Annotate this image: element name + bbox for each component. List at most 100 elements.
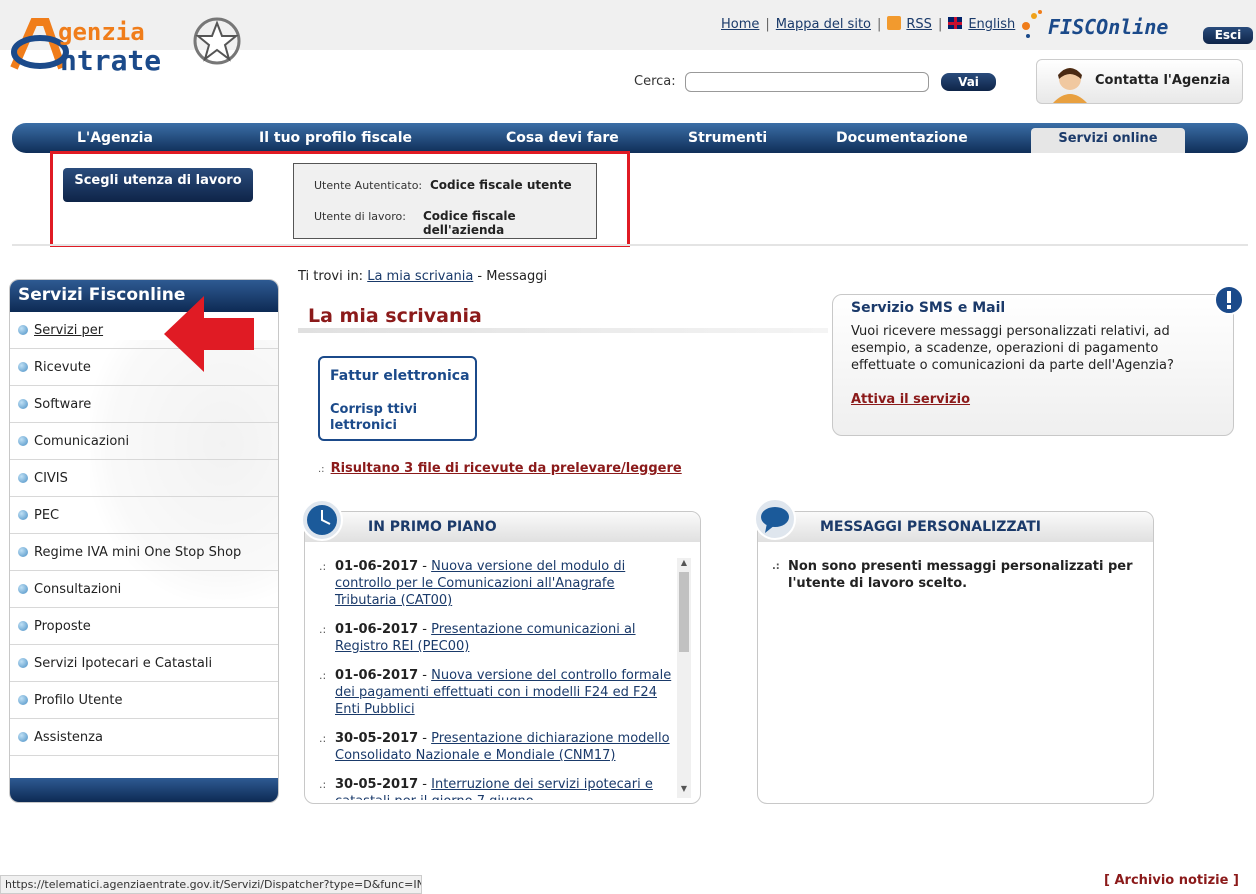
list-item: 30-05-2017 - Presentazione dichiarazione… (305, 730, 677, 764)
emblem-icon (192, 14, 242, 70)
work-user-label: Utente di lavoro: (314, 210, 406, 223)
sidebar-item-label: PEC (34, 508, 60, 523)
clock-icon (300, 498, 344, 542)
sidebar-item-label: Profilo Utente (34, 693, 123, 708)
receipts-link-text: Risultano 3 file di ricevute da prelevar… (330, 461, 682, 476)
news-date: 30-05-2017 (335, 777, 419, 792)
news-box-title: IN PRIMO PIANO (368, 519, 497, 535)
sidebar-item-label: Servizi Ipotecari e Catastali (34, 656, 213, 671)
rss-link[interactable]: RSS (906, 17, 932, 32)
sidebar-item-proposte[interactable]: Proposte (10, 608, 278, 645)
breadcrumb-link[interactable]: La mia scrivania (367, 269, 473, 284)
sidebar-item-label: Assistenza (34, 730, 103, 745)
news-box: IN PRIMO PIANO 01-06-2017 - Nuova versio… (304, 511, 701, 804)
contact-agency-button[interactable]: Contatta l'Agenzia (1036, 59, 1243, 104)
messages-text: .: Non sono presenti messaggi personalizz… (772, 558, 1142, 592)
uk-flag-icon[interactable] (948, 17, 963, 29)
fisconline-dots-icon (1020, 8, 1044, 38)
fattura-logo-text: Fattur elettronica (330, 368, 470, 384)
sidebar-item-software[interactable]: Software (10, 386, 278, 423)
support-agent-icon (1045, 63, 1095, 103)
sidebar-item-label: Comunicazioni (34, 434, 130, 449)
logo-line2: ntrate (60, 44, 162, 77)
sidebar-item-label: Ricevute (34, 360, 91, 375)
home-link[interactable]: Home (721, 17, 759, 32)
messages-box: MESSAGGI PERSONALIZZATI .: Non sono prese… (757, 511, 1154, 804)
choose-work-user-button[interactable]: Scegli utenza di lavoro (63, 168, 253, 202)
rss-icon[interactable] (887, 16, 902, 30)
separator: | (937, 17, 943, 32)
sidebar-item-comunicazioni[interactable]: Comunicazioni (10, 423, 278, 460)
bullet-icon: .: (772, 561, 780, 572)
red-arrow-icon (164, 296, 254, 372)
sidebar-item-ipotecari-catastali[interactable]: Servizi Ipotecari e Catastali (10, 645, 278, 682)
news-date: 30-05-2017 (335, 731, 419, 746)
news-list: 01-06-2017 - Nuova versione del modulo d… (305, 558, 677, 800)
speech-bubble-icon (753, 497, 797, 541)
breadcrumb-current: Messaggi (486, 269, 548, 284)
scroll-up-arrow[interactable]: ▲ (677, 558, 691, 572)
sidebar-item-label: Proposte (34, 619, 91, 634)
messages-box-header: MESSAGGI PERSONALIZZATI (758, 512, 1153, 542)
breadcrumb: Ti trovi in: La mia scrivania - Messaggi (298, 269, 547, 284)
bullet-icon: .: (318, 464, 325, 475)
nav-strumenti[interactable]: Strumenti (688, 130, 767, 146)
breadcrumb-prefix: Ti trovi in: (298, 269, 364, 284)
fattura-corrispettivi-logo[interactable]: Fattur elettronica Corrisp ttivi lettron… (318, 356, 477, 441)
divider (12, 244, 1248, 246)
sidebar-item-label: Consultazioni (34, 582, 122, 597)
sidebar-item-civis[interactable]: CIVIS (10, 460, 278, 497)
search-button[interactable]: Vai (941, 73, 996, 91)
news-date: 01-06-2017 (335, 622, 419, 637)
agenzia-entrate-logo[interactable]: genzia ntrate (8, 14, 248, 77)
archive-link[interactable]: [ Archivio notizie ] (1104, 873, 1239, 888)
scroll-thumb[interactable] (679, 572, 689, 652)
corrispettivi-logo-text: Corrisp ttivi lettronici (330, 402, 418, 433)
sidebar-item-assistenza[interactable]: Assistenza (10, 719, 278, 756)
sms-title: Servizio SMS e Mail (851, 300, 1006, 316)
messages-box-title: MESSAGGI PERSONALIZZATI (820, 519, 1042, 535)
sidebar-item-iva-moss[interactable]: Regime IVA mini One Stop Shop (10, 534, 278, 571)
search-label: Cerca: (634, 74, 676, 89)
work-user-value: Codice fiscale dell'azienda (423, 209, 516, 237)
news-box-header: IN PRIMO PIANO (305, 512, 700, 542)
auth-user-label: Utente Autenticato: (314, 179, 423, 192)
messages-empty-text: Non sono presenti messaggi personalizzat… (788, 559, 1133, 591)
sidebar-item-consultazioni[interactable]: Consultazioni (10, 571, 278, 608)
nav-servizi-online[interactable]: Servizi online (1031, 128, 1185, 153)
logo-line1: genzia (58, 18, 145, 46)
sidebar-item-label: Software (34, 397, 92, 412)
sidebar-item-label: Regime IVA mini One Stop Shop (34, 545, 242, 560)
sms-activate-link[interactable]: Attiva il servizio (851, 392, 970, 407)
list-item: 01-06-2017 - Nuova versione del modulo d… (305, 558, 677, 609)
sidebar-item-profilo-utente[interactable]: Profilo Utente (10, 682, 278, 719)
nav-agenzia[interactable]: L'Agenzia (77, 130, 153, 146)
nav-profilo-fiscale[interactable]: Il tuo profilo fiscale (259, 130, 412, 146)
auth-user-value: Codice fiscale utente (430, 178, 572, 192)
separator: | (765, 17, 770, 32)
fisconline-text: FISCOnline (1048, 15, 1169, 39)
sidebar-item-label: Servizi per (34, 323, 104, 338)
scroll-down-arrow[interactable]: ▼ (677, 784, 691, 798)
nav-documentazione[interactable]: Documentazione (836, 130, 968, 146)
page-title: La mia scrivania (308, 305, 482, 327)
sms-service-box: Servizio SMS e Mail Vuoi ricevere messag… (832, 294, 1234, 436)
sidebar-item-pec[interactable]: PEC (10, 497, 278, 534)
english-link[interactable]: English (968, 17, 1015, 32)
news-date: 01-06-2017 (335, 559, 419, 574)
title-underline (298, 328, 828, 333)
search-input[interactable] (685, 72, 929, 92)
list-item: 30-05-2017 - Interruzione dei servizi ip… (305, 776, 677, 800)
info-exclamation-icon (1213, 284, 1245, 316)
receipts-link[interactable]: .: Risultano 3 file di ricevute da prelev… (318, 461, 682, 476)
logout-button[interactable]: Esci (1203, 27, 1253, 44)
news-scrollbar[interactable]: ▲ ▼ (677, 558, 691, 798)
sidebar-footer (10, 778, 278, 802)
separator: | (877, 17, 882, 32)
list-item: 01-06-2017 - Nuova versione del controll… (305, 667, 677, 718)
sidebar-item-label: CIVIS (34, 471, 68, 486)
sms-text: Vuoi ricevere messaggi personalizzati re… (851, 324, 1174, 373)
nav-cosa-devi-fare[interactable]: Cosa devi fare (506, 130, 619, 146)
site-map-link[interactable]: Mappa del sito (776, 17, 871, 32)
news-date: 01-06-2017 (335, 668, 419, 683)
